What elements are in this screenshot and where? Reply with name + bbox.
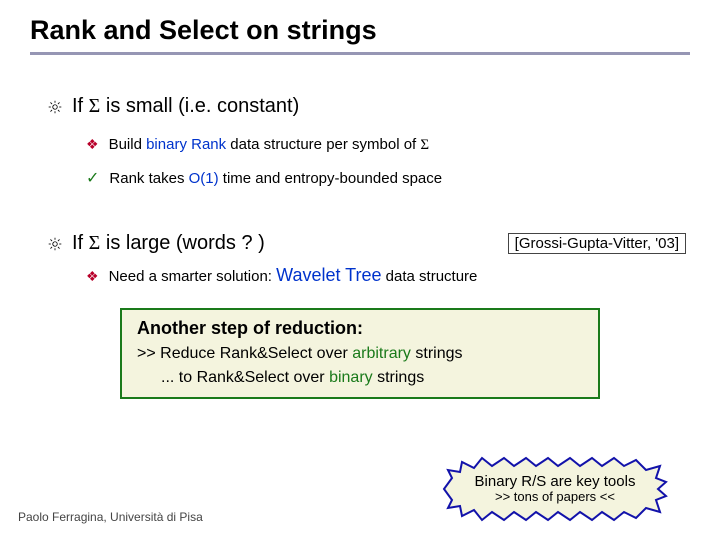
s1b-b: O(1) <box>189 170 219 187</box>
gear-icon <box>48 237 62 251</box>
s1a-b: binary Rank <box>146 136 226 153</box>
gear-icon <box>48 100 62 114</box>
box-l2c: strings <box>373 369 425 386</box>
p2-suffix: is large (words ? ) <box>100 232 265 254</box>
reduction-box: Another step of reduction: >> Reduce Ran… <box>120 308 600 399</box>
sub-wavelet: ❖ Need a smarter solution: Wavelet Tree … <box>86 265 690 286</box>
s2-a: Need a smarter solution: <box>109 268 277 285</box>
box-l2a: ... to Rank&Select over <box>161 369 329 386</box>
slide-title: Rank and Select on strings <box>30 15 690 55</box>
p2-prefix: If <box>72 232 89 254</box>
sub-rank-o1: ✓ Rank takes O(1) time and entropy-bound… <box>86 168 690 188</box>
p1-prefix: If <box>72 95 89 117</box>
box-l1c: strings <box>411 345 463 362</box>
s2-b: Wavelet Tree <box>276 265 381 285</box>
point-small-sigma: If Σ is small (i.e. constant) <box>48 95 690 118</box>
footer-author: Paolo Ferragina, Università di Pisa <box>18 510 203 524</box>
burst-line1: Binary R/S are key tools <box>475 473 636 490</box>
burst-line2: >> tons of papers << <box>495 490 615 505</box>
starburst-callout: Binary R/S are key tools >> tons of pape… <box>440 456 670 522</box>
p1-sigma: Σ <box>89 95 101 117</box>
box-line1: >> Reduce Rank&Select over arbitrary str… <box>137 345 583 363</box>
s1b-c: time and entropy-bounded space <box>219 170 442 187</box>
box-l1a: >> Reduce Rank&Select over <box>137 345 352 362</box>
box-line2: ... to Rank&Select over binary strings <box>161 369 583 387</box>
citation-box: [Grossi-Gupta-Vitter, '03] <box>508 233 686 254</box>
s2-c: data structure <box>382 268 478 285</box>
point-large-sigma: If Σ is large (words ? ) <box>48 232 508 255</box>
diamond-icon: ❖ <box>86 268 99 285</box>
sub-build-binary: ❖ Build binary Rank data structure per s… <box>86 136 690 154</box>
box-l1b: arbitrary <box>352 345 411 362</box>
diamond-icon: ❖ <box>86 136 99 153</box>
box-l2b: binary <box>329 369 373 386</box>
p2-sigma: Σ <box>89 232 101 254</box>
s1b-a: Rank takes <box>109 170 188 187</box>
check-icon: ✓ <box>86 168 99 188</box>
s1a-c: data structure per symbol of <box>226 136 420 153</box>
s1a-sigma: Σ <box>420 137 429 153</box>
box-title: Another step of reduction: <box>137 318 583 339</box>
s1a-a: Build <box>109 136 147 153</box>
p1-suffix: is small (i.e. constant) <box>100 95 299 117</box>
